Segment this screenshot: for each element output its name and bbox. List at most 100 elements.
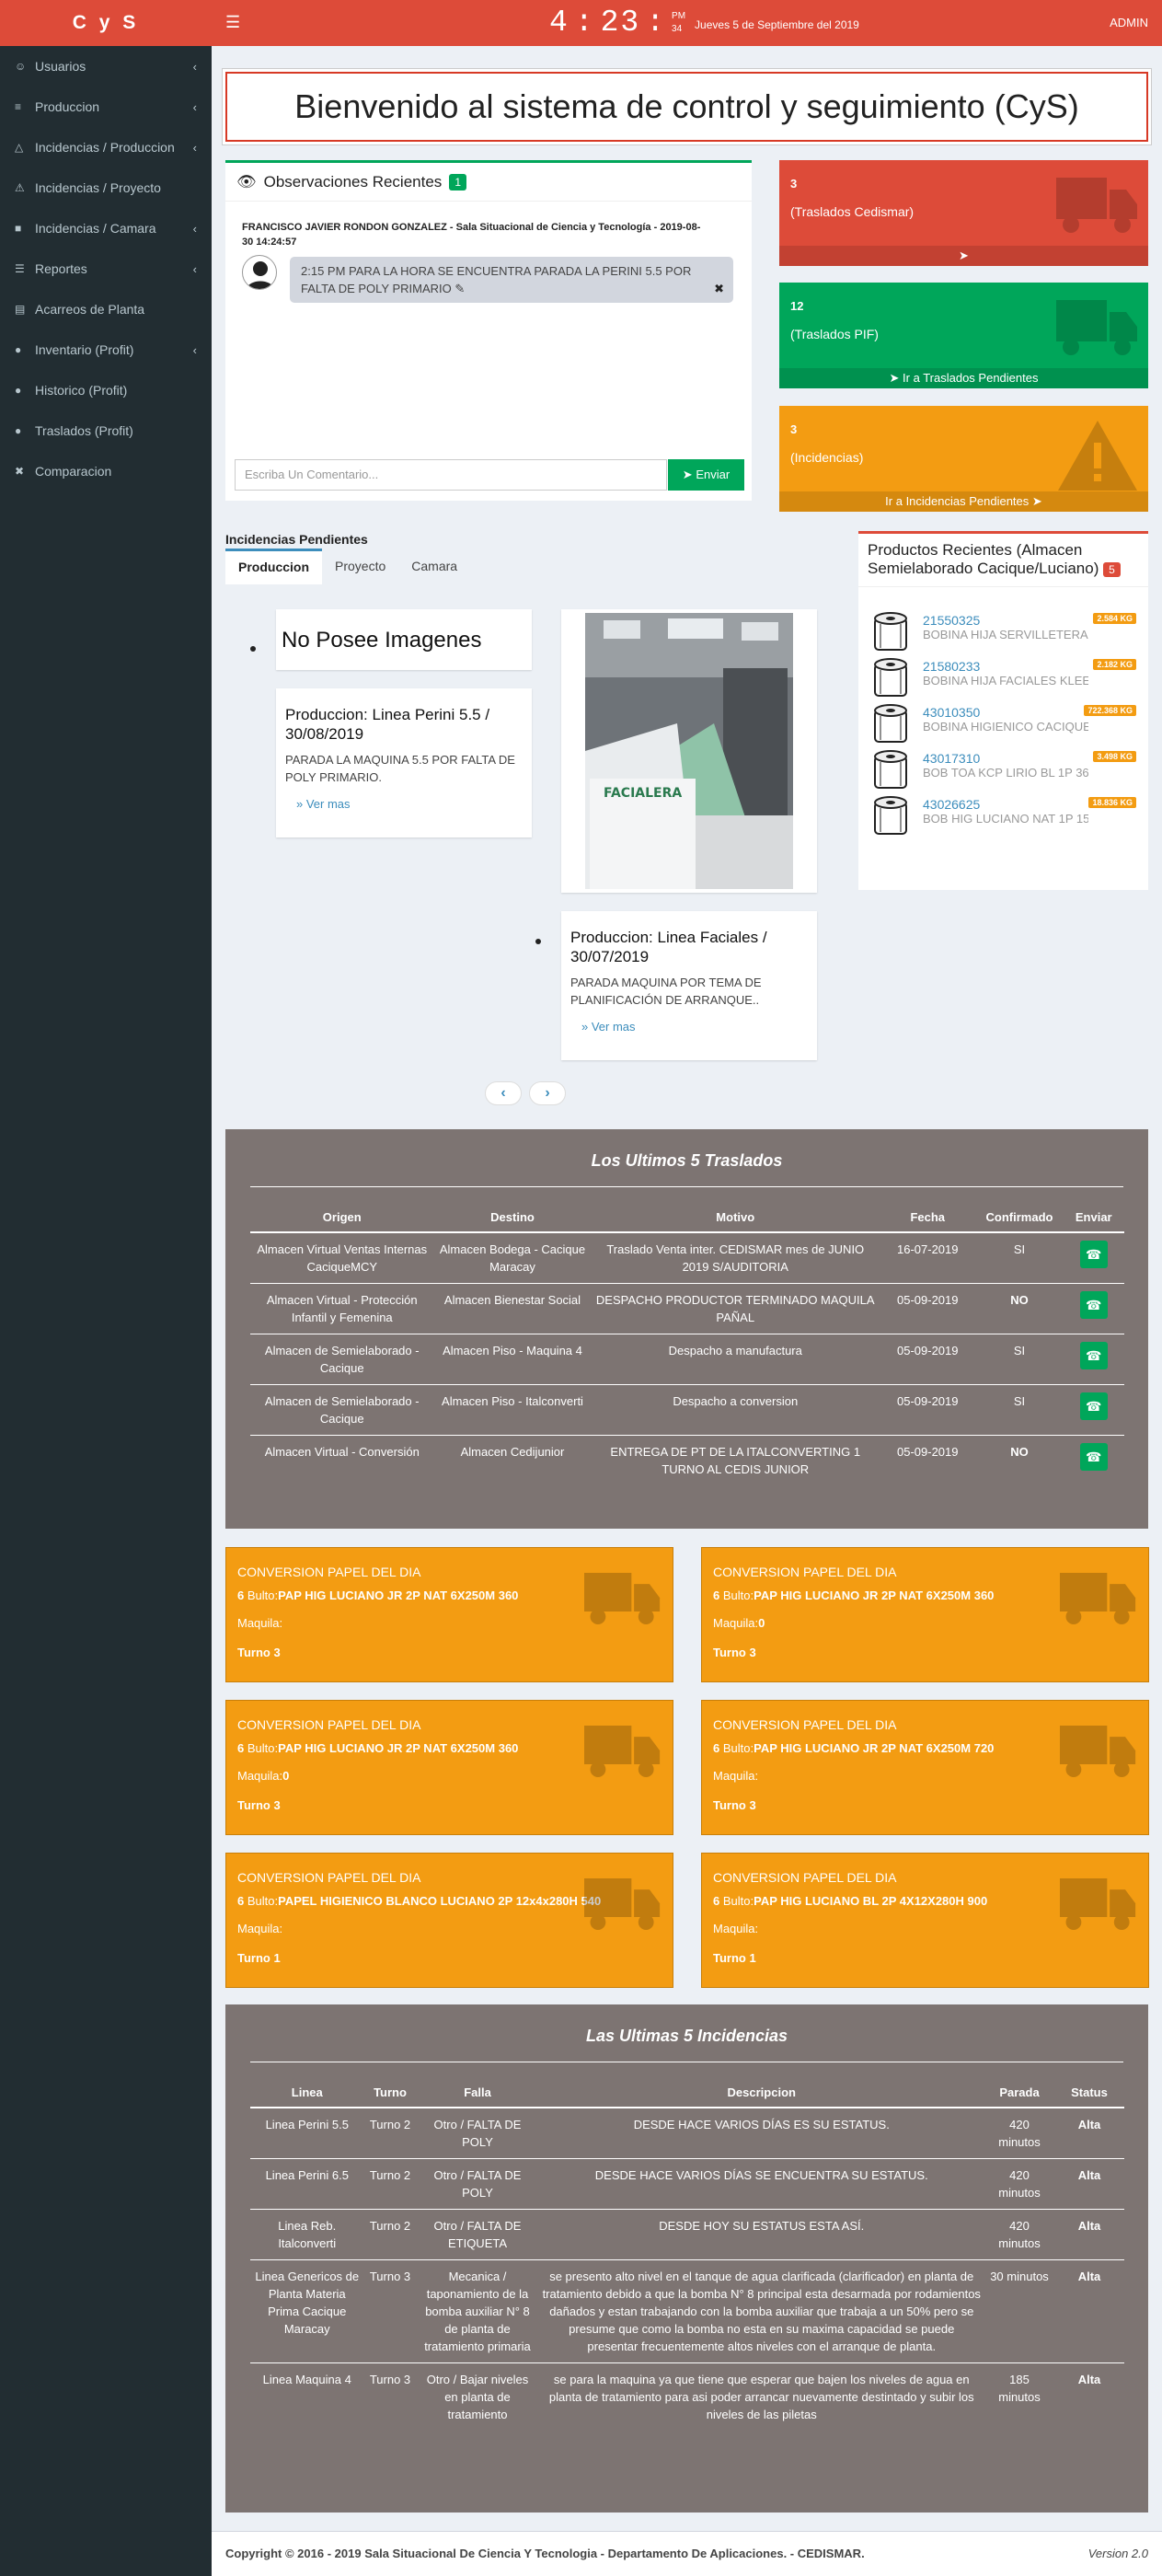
cell-turno: Turno 2 [363, 2107, 417, 2159]
sidebar-item-incidencias-produccion[interactable]: △ Incidencias / Produccion ‹ [0, 127, 212, 167]
whatsapp-send-icon[interactable]: ☎ [1079, 1443, 1108, 1471]
table-row: Linea Reb. Italconverti Turno 2 Otro / FAL… [250, 2209, 1124, 2260]
cell-parada: 420 minutos [984, 2107, 1054, 2159]
traslados-title: Los Ultimos 5 Traslados [591, 1151, 783, 1170]
bulto-label: Bulto: [722, 1894, 754, 1908]
menu-toggle-icon[interactable]: ☰ [225, 13, 240, 32]
productos-recientes-panel: Productos Recientes (Almacen Semielabora… [858, 531, 1148, 890]
sidebar-item-produccion[interactable]: ≡ Produccion ‹ [0, 87, 212, 127]
conversion-box: CONVERSION PAPEL DEL DIA 6 Bulto:PAPEL HI… [225, 1853, 673, 1988]
bulto-label: Bulto: [247, 1588, 279, 1602]
whatsapp-send-icon[interactable]: ☎ [1079, 1291, 1108, 1319]
table-row: Almacen Virtual - Conversión Almacen Cedi… [250, 1435, 1124, 1485]
carousel-prev-button[interactable]: ‹ [485, 1081, 522, 1105]
stat-number: 12 [790, 299, 804, 313]
tab-camara[interactable]: Camara [398, 549, 470, 584]
sidebar-item-acarreos-de-planta[interactable]: ▤ Acarreos de Planta [0, 289, 212, 329]
sidebar-item-usuarios[interactable]: ☺ Usuarios ‹ [0, 46, 212, 87]
product-code[interactable]: 43010350 [923, 705, 980, 720]
column-header: Descripcion [538, 2078, 984, 2108]
cell-destino: Almacen Piso - Italconverti [433, 1384, 592, 1436]
product-qty-badge: 3.498 KG [1093, 751, 1136, 762]
conversion-bulto: 6 Bulto:PAP HIG LUCIANO BL 2P 4X12X280H … [713, 1894, 987, 1908]
stat-footer-link[interactable]: ➤ [779, 246, 1148, 266]
cell-confirmado: NO [975, 1435, 1064, 1485]
product-item[interactable]: 43017310BOB TOA KCP LIRIO BL 1P 36G 8...… [866, 745, 1142, 789]
incidencia-image[interactable]: FACIALERA [561, 609, 817, 893]
report-icon: ☰ [15, 262, 25, 275]
observaciones-title: Observaciones Recientes [263, 172, 443, 191]
tab-proyecto[interactable]: Proyecto [322, 549, 398, 584]
cell-desc: DESDE HACE VARIOS DÍAS SE ENCUENTRA SU E… [538, 2158, 984, 2210]
clock-ampm: PM [672, 10, 686, 21]
sidebar-item-traslados-profit-[interactable]: ● Traslados (Profit) [0, 410, 212, 451]
whatsapp-send-icon[interactable]: ☎ [1079, 1392, 1108, 1420]
tab-produccion[interactable]: Produccion [225, 549, 323, 584]
conversion-box: CONVERSION PAPEL DEL DIA 6 Bulto:PAP HIG … [225, 1547, 673, 1682]
footer-version: Version 2.0 [1087, 2547, 1148, 2560]
product-item[interactable]: 43010350BOBINA HIGIENICO CACIQUE BLA... 7… [866, 699, 1142, 743]
product-item[interactable]: 21580233BOBINA HIJA FACIALES KLEENEX ...… [866, 653, 1142, 697]
conversion-box: CONVERSION PAPEL DEL DIA 6 Bulto:PAP HIG … [701, 1853, 1149, 1988]
observaciones-panel: 👁 Observaciones Recientes 1 FRANCISCO JA… [225, 160, 752, 501]
conversion-title: CONVERSION PAPEL DEL DIA [237, 1870, 421, 1885]
sidebar-item-label: Incidencias / Produccion [35, 140, 175, 155]
divider [250, 1186, 1123, 1187]
chevron-left-icon: ‹ [192, 99, 197, 114]
ver-mas-link[interactable]: » Ver mas [285, 797, 523, 811]
maquila-value: 0 [282, 1769, 290, 1783]
product-code[interactable]: 43017310 [923, 751, 980, 766]
user-menu[interactable]: ADMIN [1110, 16, 1148, 29]
stat-traslados-pif: 12 (Traslados PIF) ➤ Ir a Traslados Pend… [779, 283, 1148, 388]
sidebar-item-label: Usuarios [35, 59, 86, 74]
sidebar-item-incidencias-proyecto[interactable]: ⚠ Incidencias / Proyecto [0, 167, 212, 208]
comment-input[interactable]: Escriba Un Comentario... [235, 459, 667, 491]
product-item[interactable]: 43026625BOB HIG LUCIANO NAT 1P 15,8G ...… [866, 791, 1142, 835]
product-code[interactable]: 21580233 [923, 659, 980, 674]
sidebar-item-inventario-profit-[interactable]: ● Inventario (Profit) ‹ [0, 329, 212, 370]
cell-confirmado: SI [975, 1384, 1064, 1436]
edit-icon[interactable]: ✎ [454, 282, 465, 295]
app-logo[interactable]: C y S [0, 0, 212, 46]
truck-icon [1060, 1874, 1137, 1939]
product-code[interactable]: 43026625 [923, 797, 980, 812]
ver-mas-link[interactable]: » Ver mas [570, 1020, 808, 1034]
cell-destino: Almacen Bienestar Social [433, 1283, 592, 1334]
bulto-product: PAP HIG LUCIANO JR 2P NAT 6X250M 360 [754, 1588, 995, 1602]
delete-comment-icon[interactable]: ✖ [714, 280, 724, 297]
stat-footer-link[interactable]: ➤ Ir a Traslados Pendientes [779, 368, 1148, 388]
paper-roll-icon [871, 657, 914, 704]
conversion-bulto: 6 Bulto:PAP HIG LUCIANO JR 2P NAT 6X250M… [237, 1588, 518, 1602]
stat-footer-link[interactable]: Ir a Incidencias Pendientes ➤ [779, 491, 1148, 512]
table-row: Almacen de Semielaborado - Cacique Almace… [250, 1384, 1124, 1436]
send-comment-button[interactable]: ➤ Enviar [668, 459, 744, 491]
stat-traslados-cedismar: 3 (Traslados Cedismar) ➤ [779, 160, 1148, 266]
sidebar-item-reportes[interactable]: ☰ Reportes ‹ [0, 248, 212, 289]
stat-footer-label: Ir a Incidencias Pendientes [885, 494, 1030, 508]
product-qty-badge: 2.584 KG [1093, 613, 1136, 624]
product-qty-badge: 722.368 KG [1084, 705, 1136, 716]
sidebar-item-incidencias-camara[interactable]: ■ Incidencias / Camara ‹ [0, 208, 212, 248]
warning-icon [1058, 421, 1137, 491]
incidencia-description: PARADA LA MAQUINA 5.5 POR FALTA DE POLY … [285, 753, 515, 784]
conversion-turno: Turno 1 [237, 1951, 281, 1965]
whatsapp-send-icon[interactable]: ☎ [1079, 1241, 1108, 1268]
cell-confirmado: NO [975, 1283, 1064, 1334]
incidencias-pendientes-title: Incidencias Pendientes [225, 532, 368, 547]
sidebar: ☺ Usuarios ‹ ≡ Produccion ‹ △ Incidencias / Pro… [0, 46, 212, 2576]
sidebar-item-comparacion[interactable]: ✖ Comparacion [0, 451, 212, 491]
table-row: Linea Maquina 4 Turno 3 Otro / Bajar nivel… [250, 2362, 1124, 2431]
list-bullet [250, 646, 256, 652]
sidebar-item-historico-profit-[interactable]: ● Historico (Profit) [0, 370, 212, 410]
cell-linea: Linea Genericos de Planta Materia Prima … [250, 2259, 364, 2363]
cell-origen: Almacen de Semielaborado - Cacique [250, 1334, 434, 1385]
bulto-product: PAP HIG LUCIANO JR 2P NAT 6X250M 360 [278, 1741, 519, 1755]
cell-enviar: ☎ [1063, 1334, 1124, 1385]
whatsapp-send-icon[interactable]: ☎ [1079, 1342, 1108, 1369]
cell-status: Alta [1054, 2158, 1124, 2210]
footer-copyright: Copyright © 2016 - 2019 Sala Situacional… [225, 2547, 865, 2560]
product-code[interactable]: 21550325 [923, 613, 980, 628]
product-item[interactable]: 21550325BOBINA HIJA SERVILLETERA 2P ... 2… [866, 607, 1142, 651]
carousel-next-button[interactable]: › [529, 1081, 566, 1105]
bulto-qty: 6 [237, 1588, 245, 1602]
